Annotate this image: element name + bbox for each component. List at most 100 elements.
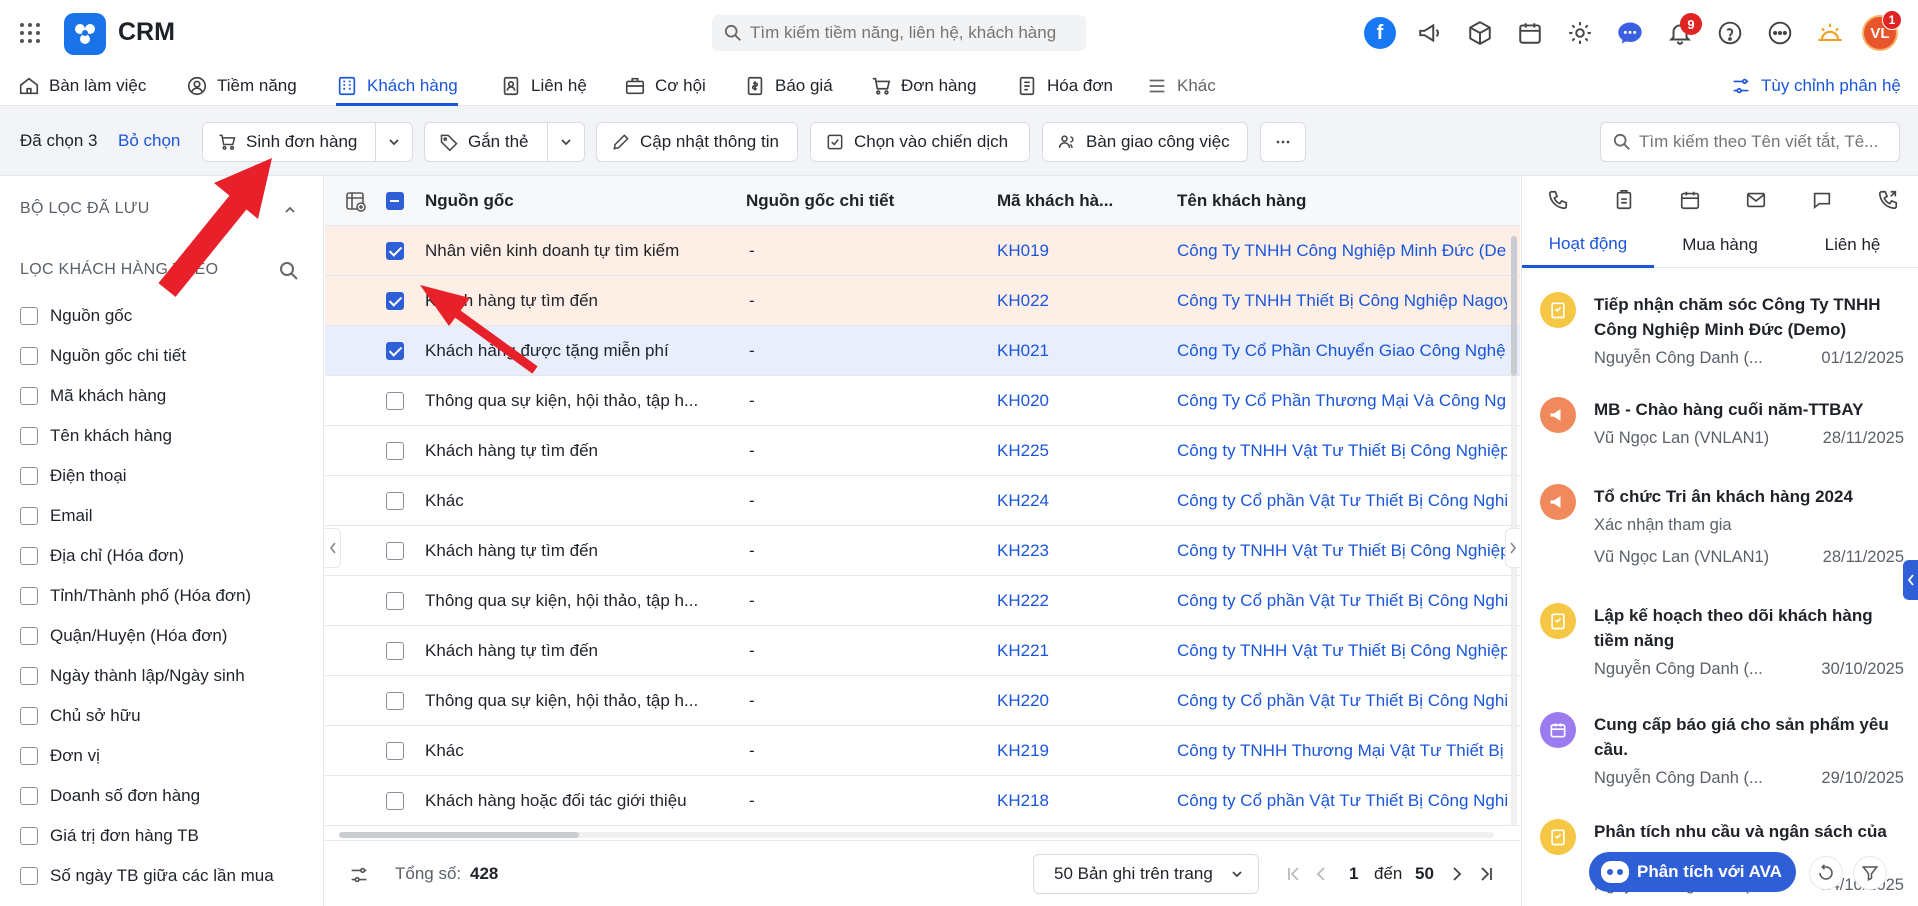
cell-customer-name[interactable]: Công ty Cổ phần Vật Tư Thiết Bị Công Ngh… — [1177, 476, 1507, 526]
filter-checkbox[interactable] — [20, 707, 38, 725]
filter-checkbox[interactable] — [20, 787, 38, 805]
filter-checkbox[interactable] — [20, 507, 38, 525]
message-icon[interactable] — [1810, 188, 1834, 212]
tab-contacts[interactable]: Liên hệ — [1786, 222, 1918, 268]
cell-customer-name[interactable]: Công ty TNHH Vật Tư Thiết Bị Công Nghiệp — [1177, 426, 1507, 476]
row-checkbox[interactable] — [386, 342, 404, 365]
create-order-dropdown[interactable] — [375, 122, 413, 162]
activity-item[interactable]: Tiếp nhận chăm sóc Công Ty TNHH Công Ngh… — [1540, 292, 1910, 377]
cell-customer-name[interactable]: Công ty TNHH Vật Tư Thiết Bị Công Nghiệp — [1177, 626, 1507, 676]
cell-customer-code[interactable]: KH020 — [997, 376, 1147, 426]
row-checkbox[interactable] — [386, 542, 404, 565]
cell-customer-code[interactable]: KH223 — [997, 526, 1147, 576]
filter-checkbox[interactable] — [20, 467, 38, 485]
last-page-icon[interactable] — [1475, 863, 1497, 885]
table-row[interactable]: Thông qua sự kiện, hội thảo, tập h... - KH… — [325, 376, 1520, 426]
help-icon[interactable] — [1714, 17, 1746, 49]
cell-customer-code[interactable]: KH220 — [997, 676, 1147, 726]
footer-settings-sliders-icon[interactable] — [347, 863, 371, 887]
cell-customer-name[interactable]: Công Ty Cổ Phần Thương Mại Và Công Nghệ — [1177, 376, 1507, 426]
filter-checkbox[interactable] — [20, 747, 38, 765]
tab-purchases[interactable]: Mua hàng — [1654, 222, 1786, 268]
filter-checkbox[interactable] — [20, 667, 38, 685]
table-row[interactable]: Khách hàng tự tìm đến - KH223 Công ty TNHH … — [325, 526, 1520, 576]
cell-customer-name[interactable]: Công ty TNHH Vật Tư Thiết Bị Công Nghiệp — [1177, 526, 1507, 576]
filter-field-item[interactable]: Tên khách hàng — [20, 424, 172, 448]
call-log-icon[interactable] — [1876, 188, 1900, 212]
facebook-icon[interactable]: f — [1364, 17, 1396, 49]
tag-dropdown[interactable] — [547, 122, 585, 162]
table-search-input[interactable] — [1639, 132, 1889, 152]
row-checkbox[interactable] — [386, 242, 404, 265]
cell-customer-code[interactable]: KH225 — [997, 426, 1147, 476]
panel-expand-chevron-icon[interactable] — [1903, 560, 1918, 600]
first-page-icon[interactable] — [1283, 863, 1305, 885]
filter-field-item[interactable]: Điện thoại — [20, 464, 127, 488]
cell-customer-code[interactable]: KH222 — [997, 576, 1147, 626]
row-checkbox[interactable] — [386, 592, 404, 615]
col-header-customer-name[interactable]: Tên khách hàng — [1177, 176, 1306, 226]
deselect-link[interactable]: Bỏ chọn — [118, 131, 180, 151]
table-row[interactable]: Nhân viên kinh doanh tự tìm kiếm - KH019 Cô… — [325, 226, 1520, 276]
email-icon[interactable] — [1744, 188, 1768, 212]
table-row[interactable]: Thông qua sự kiện, hội thảo, tập h... - KH… — [325, 676, 1520, 726]
activity-item[interactable]: Lập kế hoạch theo dõi khách hàng tiềm nă… — [1540, 603, 1910, 688]
filter-field-item[interactable]: Ngày thành lập/Ngày sinh — [20, 664, 245, 688]
cell-customer-code[interactable]: KH021 — [997, 326, 1147, 376]
update-info-button[interactable]: Cập nhật thông tin — [596, 122, 798, 162]
megaphone-icon[interactable] — [1414, 17, 1446, 49]
more-actions-button[interactable] — [1260, 122, 1306, 162]
cell-customer-code[interactable]: KH219 — [997, 726, 1147, 776]
cell-customer-name[interactable]: Công Ty Cổ Phần Chuyển Giao Công Nghệ — [1177, 326, 1507, 376]
activity-item[interactable]: Tổ chức Tri ân khách hàng 2024 Xác nhận t… — [1540, 484, 1910, 576]
table-row[interactable]: Khác - KH219 Công ty TNHH Thương Mại Vật Tư… — [325, 726, 1520, 776]
cell-customer-name[interactable]: Công ty Cổ phần Vật Tư Thiết Bị Công Ngh… — [1177, 676, 1507, 726]
filter-field-item[interactable]: Email — [20, 504, 93, 528]
next-page-icon[interactable] — [1445, 863, 1467, 885]
tag-button[interactable]: Gắn thẻ — [424, 122, 548, 162]
table-row[interactable]: Khách hàng tự tìm đến - KH225 Công ty TNHH … — [325, 426, 1520, 476]
table-row[interactable]: Khách hàng tự tìm đến - KH221 Công ty TNHH … — [325, 626, 1520, 676]
filter-field-item[interactable]: Đơn vị — [20, 744, 100, 768]
filter-field-item[interactable]: Nguồn gốc — [20, 304, 132, 328]
cell-customer-name[interactable]: Công ty Cổ phần Vật Tư Thiết Bị Công Ngh… — [1177, 576, 1507, 626]
filter-search-icon[interactable] — [278, 260, 300, 282]
filter-field-item[interactable]: Số ngày TB giữa các lần mua — [20, 864, 274, 888]
cell-customer-code[interactable]: KH224 — [997, 476, 1147, 526]
column-settings-icon[interactable] — [343, 189, 369, 215]
sun-icon[interactable] — [1814, 17, 1846, 49]
chat-icon[interactable] — [1614, 17, 1646, 49]
row-checkbox[interactable] — [386, 492, 404, 515]
cell-customer-name[interactable]: Công Ty TNHH Công Nghiệp Minh Đức (Demo) — [1177, 226, 1507, 276]
tab-don-hang[interactable]: Đơn hàng — [870, 66, 976, 106]
filter-checkbox[interactable] — [20, 427, 38, 445]
table-row[interactable]: Khác - KH224 Công ty Cổ phần Vật Tư Thiết B… — [325, 476, 1520, 526]
add-to-campaign-button[interactable]: Chọn vào chiến dịch — [810, 122, 1030, 162]
global-search-input[interactable] — [750, 23, 1070, 43]
cell-customer-name[interactable]: Công Ty TNHH Thiết Bị Công Nghiệp Nagoya — [1177, 276, 1507, 326]
filter-field-item[interactable]: Địa chỉ (Hóa đơn) — [20, 544, 184, 568]
tab-bao-gia[interactable]: Báo giá — [744, 66, 833, 106]
handover-button[interactable]: Bàn giao công việc — [1042, 122, 1248, 162]
filter-checkbox[interactable] — [20, 587, 38, 605]
filter-field-item[interactable]: Doanh số đơn hàng — [20, 784, 200, 808]
horizontal-scrollbar[interactable] — [339, 832, 1494, 838]
filter-funnel-icon[interactable] — [1853, 856, 1887, 890]
filter-checkbox[interactable] — [20, 387, 38, 405]
filter-checkbox[interactable] — [20, 867, 38, 885]
horizontal-scrollbar-thumb[interactable] — [339, 832, 579, 838]
vertical-scrollbar-thumb[interactable] — [1511, 236, 1517, 376]
scroll-right-chevron-icon[interactable] — [1505, 528, 1520, 568]
box-icon[interactable] — [1464, 17, 1496, 49]
prev-page-icon[interactable] — [1311, 863, 1333, 885]
filter-checkbox[interactable] — [20, 547, 38, 565]
filter-field-item[interactable]: Quận/Huyện (Hóa đơn) — [20, 624, 227, 648]
activity-item[interactable]: Cung cấp báo giá cho sản phẩm yêu cầu. Ng… — [1540, 712, 1910, 797]
tab-khach-hang[interactable]: Khách hàng — [336, 66, 458, 106]
row-checkbox[interactable] — [386, 742, 404, 765]
refresh-icon[interactable] — [1809, 856, 1843, 890]
row-checkbox[interactable] — [386, 692, 404, 715]
settings-gear-icon[interactable] — [1564, 17, 1596, 49]
ava-analyze-button[interactable]: Phân tích với AVA — [1589, 852, 1796, 892]
col-header-customer-code[interactable]: Mã khách hà... — [997, 176, 1113, 226]
